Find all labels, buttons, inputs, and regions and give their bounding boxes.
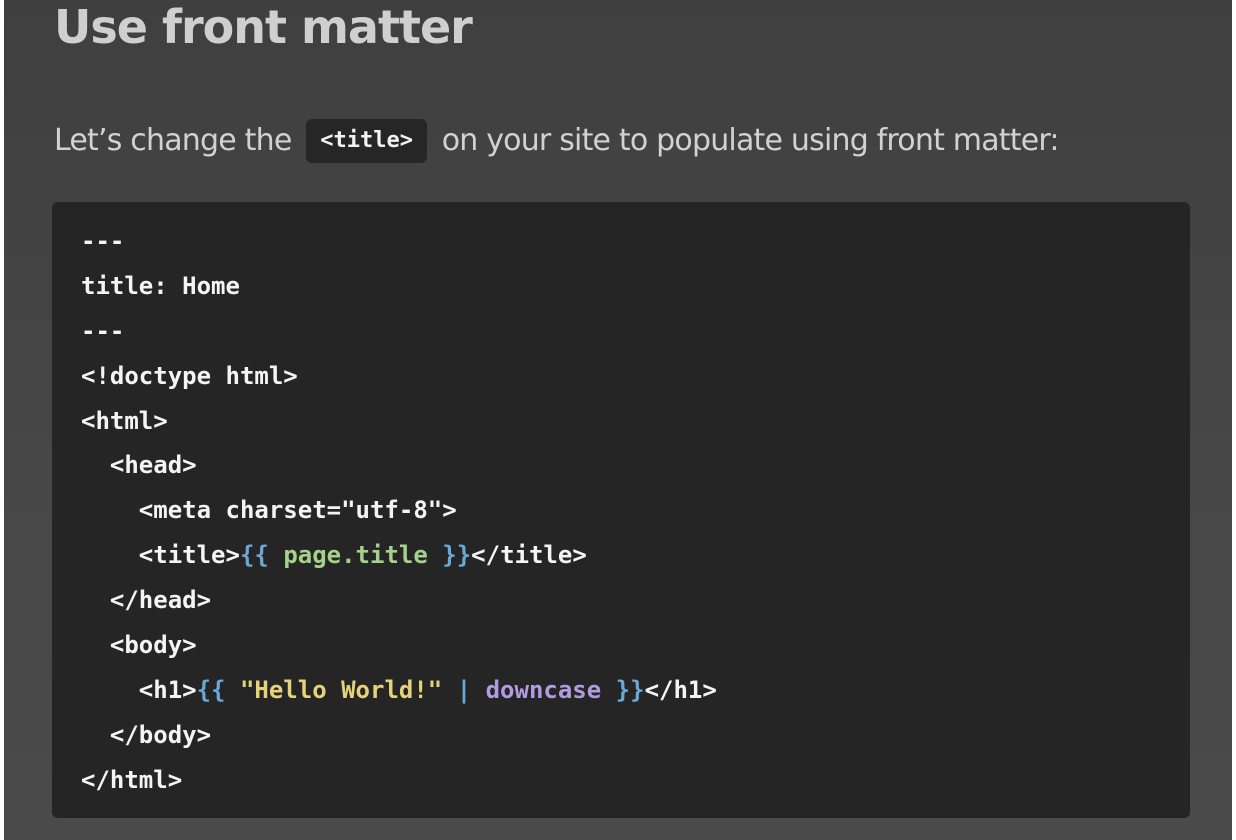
code-token-brace: }} bbox=[427, 541, 472, 570]
code-line-h1: <h1>{{ "Hello World!" | downcase }}</h1> bbox=[81, 668, 1190, 713]
intro-text-before: Let’s change the bbox=[54, 123, 292, 158]
intro-paragraph: Let’s change the <title> on your site to… bbox=[54, 117, 1059, 165]
code-line-title: <title>{{ page.title }}</title> bbox=[81, 533, 1190, 578]
code-line: title: Home bbox=[81, 271, 240, 300]
code-token-brace: }} bbox=[601, 675, 645, 704]
code-token-tag: <h1> bbox=[81, 675, 197, 704]
inline-code-title: <title> bbox=[306, 119, 427, 163]
code-token-tag: </h1> bbox=[644, 675, 717, 704]
docs-page: Use front matter Let’s change the <title… bbox=[4, 0, 1232, 840]
code-token-pipe: | bbox=[442, 675, 486, 704]
code-line: </head> bbox=[81, 586, 212, 615]
code-token-brace: {{ bbox=[196, 675, 240, 704]
code-line: <meta charset="utf-8"> bbox=[81, 496, 457, 525]
intro-text-after: on your site to populate using front mat… bbox=[441, 123, 1060, 158]
code-line: </html> bbox=[81, 765, 183, 794]
code-token-string: "Hello World!" bbox=[239, 675, 443, 704]
code-line: --- bbox=[81, 227, 125, 255]
code-token-brace: {{ bbox=[239, 541, 284, 570]
code-token-variable: page.title bbox=[283, 541, 428, 570]
code-line: <body> bbox=[81, 631, 197, 660]
code-line: <html> bbox=[81, 406, 168, 435]
code-line: --- bbox=[81, 316, 125, 345]
code-line: </body> bbox=[81, 720, 212, 749]
code-line: <head> bbox=[81, 451, 197, 480]
section-heading: Use front matter bbox=[54, 0, 473, 54]
code-token-filter: downcase bbox=[485, 675, 602, 704]
code-line: <!doctype html> bbox=[81, 361, 298, 390]
code-token-tag: <title> bbox=[81, 541, 240, 570]
code-token-tag: </title> bbox=[471, 541, 587, 570]
code-block: --- title: Home --- <!doctype html> <html> <… bbox=[52, 202, 1190, 818]
